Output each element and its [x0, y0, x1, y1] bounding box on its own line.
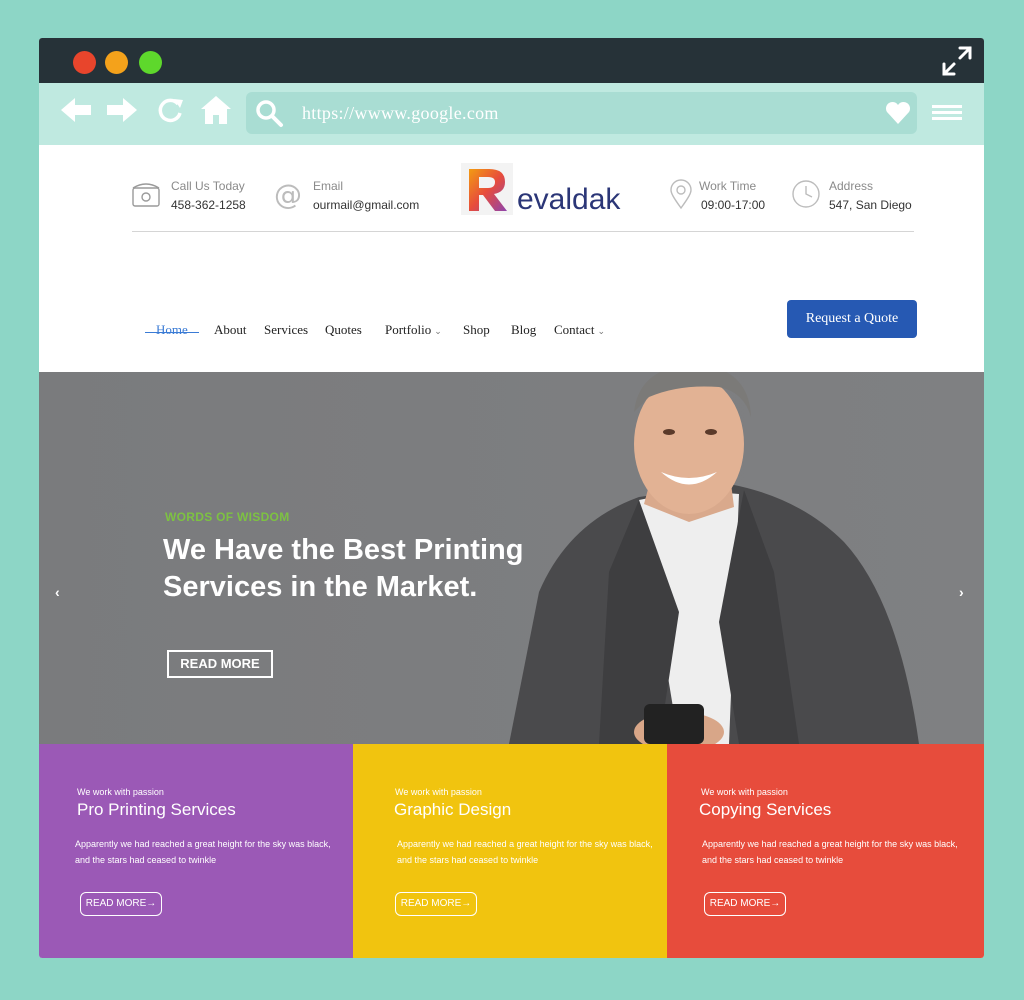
nav-portfolio[interactable]: Portfolio ⌄	[385, 322, 442, 338]
site-logo-text[interactable]: evaldak	[517, 183, 620, 217]
feature-read-more-button[interactable]: READ MORE→	[704, 892, 786, 916]
work-time-label: Work Time	[699, 179, 757, 193]
nav-active-indicator	[145, 332, 199, 333]
phone-icon	[132, 183, 160, 207]
hero-eyebrow: WORDS OF WISDOM	[165, 510, 290, 524]
header-divider	[132, 231, 914, 232]
hamburger-menu-icon[interactable]	[932, 105, 962, 123]
email-label: Email	[313, 179, 344, 193]
browser-toolbar: https://wwww.google.com	[39, 83, 984, 145]
work-time-value: 09:00-17:00	[701, 198, 766, 212]
close-window-button[interactable]	[73, 51, 96, 74]
nav-home[interactable]: Home	[156, 322, 188, 338]
address-bar[interactable]: https://wwww.google.com	[246, 92, 917, 134]
slider-prev-arrow-icon[interactable]: ‹	[55, 584, 60, 600]
address-label: Address	[829, 179, 874, 193]
nav-blog[interactable]: Blog	[511, 322, 536, 338]
email-address[interactable]: ourmail@gmail.com	[313, 198, 419, 212]
feature-box-printing: We work with passion Pro Printing Servic…	[39, 744, 353, 958]
feature-box-graphic-design: We work with passion Graphic Design Appa…	[353, 744, 667, 958]
maximize-window-button[interactable]	[139, 51, 162, 74]
feature-kicker: We work with passion	[77, 787, 164, 797]
nav-services[interactable]: Services	[264, 322, 308, 338]
svg-text:@: @	[274, 178, 302, 210]
phone-number[interactable]: 458-362-1258	[171, 198, 246, 212]
call-label: Call Us Today	[171, 179, 245, 193]
feature-text: Apparently we had reached a great height…	[397, 839, 653, 865]
nav-shop[interactable]: Shop	[463, 322, 490, 338]
location-pin-icon	[670, 179, 692, 210]
back-arrow-icon[interactable]	[59, 95, 93, 125]
feature-text: Apparently we had reached a great height…	[75, 839, 331, 865]
chevron-down-icon: ⌄	[434, 326, 442, 336]
feature-boxes: We work with passion Pro Printing Servic…	[39, 744, 984, 958]
nav-contact-label: Contact	[554, 322, 595, 337]
clock-icon	[792, 180, 820, 208]
feature-title: Pro Printing Services	[77, 800, 236, 819]
nav-contact[interactable]: Contact ⌄	[554, 322, 605, 338]
feature-read-more-button[interactable]: READ MORE→	[80, 892, 162, 916]
address-value: 547, San Diego	[829, 198, 912, 212]
hero-read-more-button[interactable]: READ MORE	[167, 650, 273, 678]
feature-title: Copying Services	[699, 800, 832, 819]
site-logo-mark[interactable]	[461, 163, 513, 215]
browser-window: https://wwww.google.com Call Us Today 45…	[39, 38, 984, 958]
nav-portfolio-label: Portfolio	[385, 322, 432, 337]
hero-slider: ‹ › WORDS OF WISDOM We Have the Best Pri…	[39, 372, 984, 744]
feature-text: Apparently we had reached a great height…	[702, 839, 958, 865]
nav-about[interactable]: About	[214, 322, 247, 338]
feature-box-copying: We work with passion Copying Services Ap…	[667, 744, 984, 958]
slider-next-arrow-icon[interactable]: ›	[959, 584, 964, 600]
feature-kicker: We work with passion	[395, 787, 482, 797]
expand-icon[interactable]	[938, 42, 976, 80]
nav-quotes[interactable]: Quotes	[325, 322, 362, 338]
chevron-down-icon: ⌄	[597, 326, 605, 336]
feature-read-more-button[interactable]: READ MORE→	[395, 892, 477, 916]
heart-icon[interactable]	[885, 101, 911, 125]
search-icon[interactable]	[254, 98, 284, 128]
hero-title: We Have the Best Printing Services in th…	[163, 534, 524, 603]
feature-title: Graphic Design	[394, 800, 512, 819]
request-quote-button[interactable]: Request a Quote	[787, 300, 917, 338]
home-icon[interactable]	[199, 95, 233, 125]
title-bar	[39, 38, 984, 83]
forward-arrow-icon[interactable]	[105, 95, 139, 125]
at-sign-icon: @	[274, 178, 302, 210]
minimize-window-button[interactable]	[105, 51, 128, 74]
feature-kicker: We work with passion	[701, 787, 788, 797]
url-text[interactable]: https://wwww.google.com	[302, 103, 499, 124]
reload-icon[interactable]	[154, 95, 188, 125]
